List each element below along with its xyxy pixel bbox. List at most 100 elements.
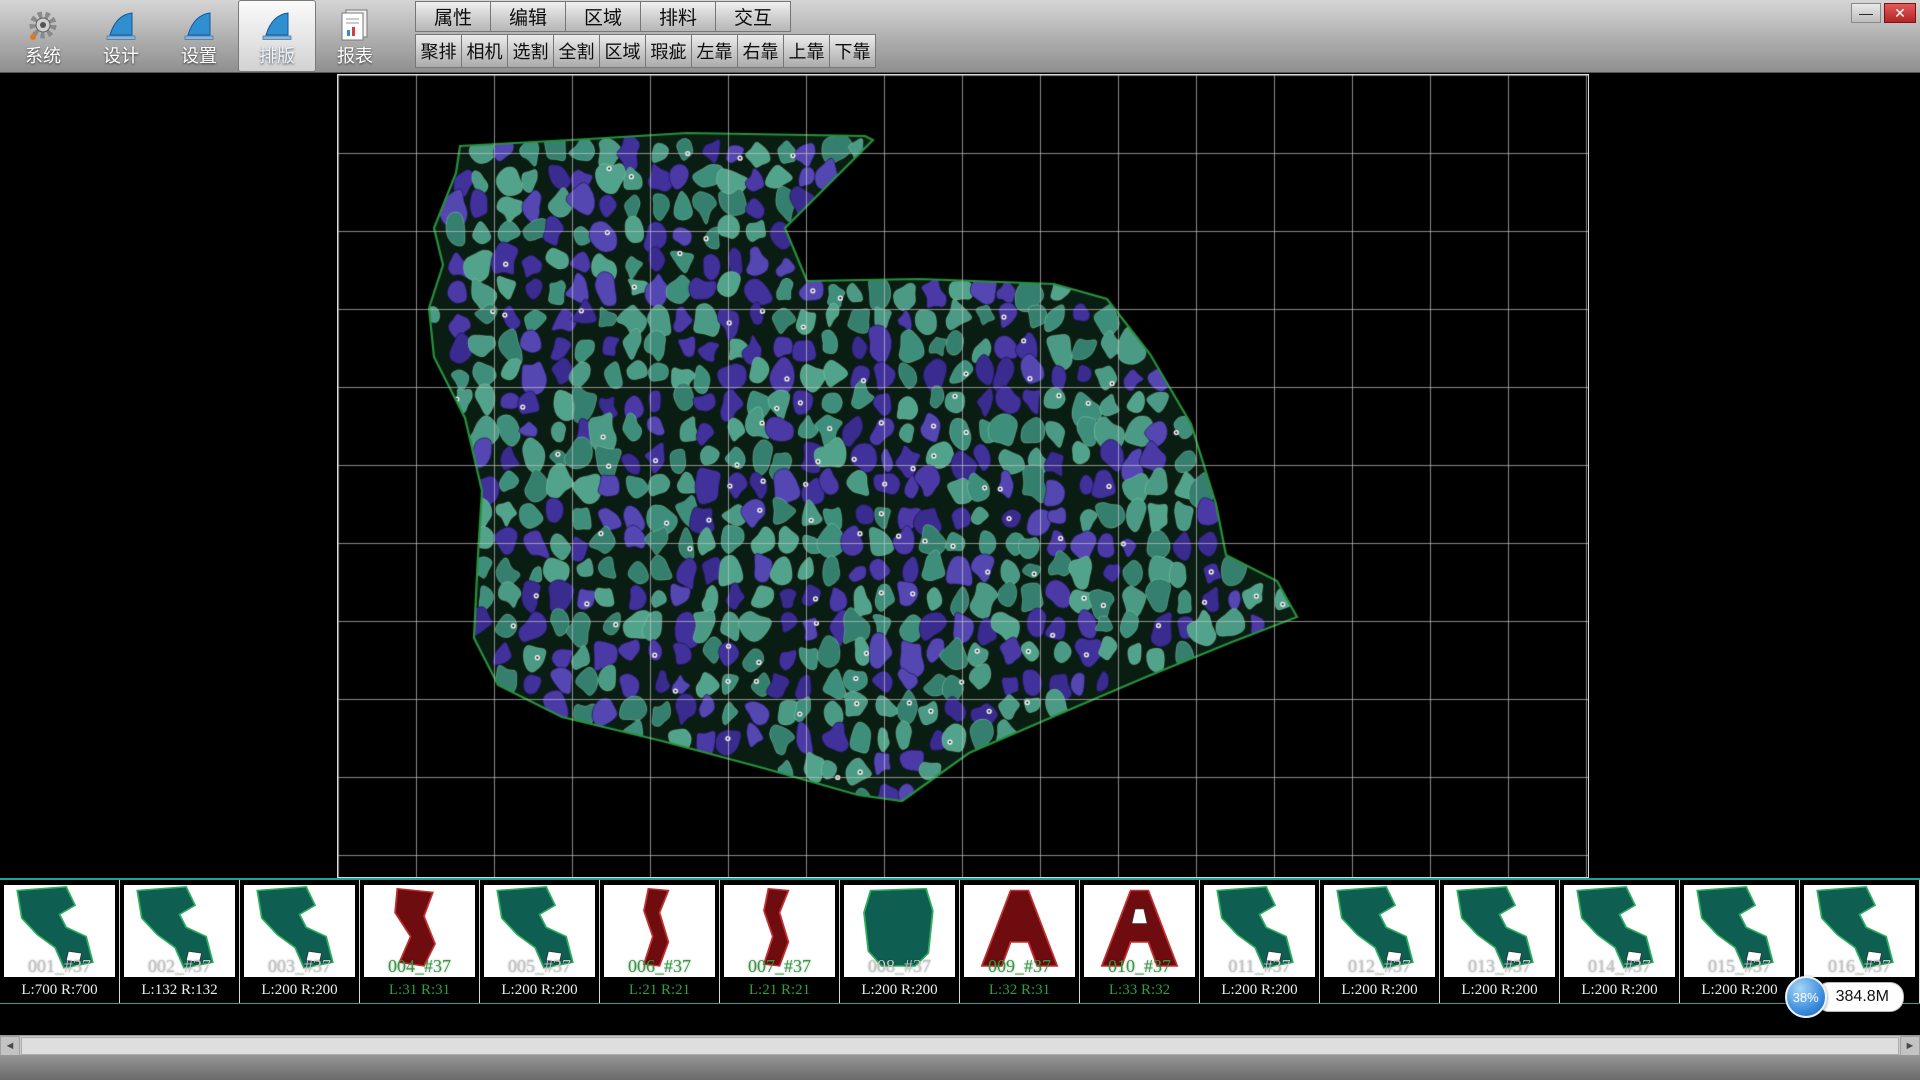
piece-thumbnail[interactable]: 014_#37 L:200 R:200 [1560, 880, 1680, 1003]
piece-name: 010_#37 [1084, 956, 1195, 977]
menu-tab[interactable]: 属性 [415, 1, 491, 32]
piece-lr-count: L:32 R:31 [964, 977, 1075, 1003]
piece-preview: 016_#37 [1804, 885, 1915, 977]
thumbnail-strip: 001_#37 L:700 R:700 002_#37 L:132 R:132 … [0, 878, 1920, 1004]
settings-icon [182, 7, 216, 45]
piece-thumbnail[interactable]: 008_#37 L:200 R:200 [840, 880, 960, 1003]
piece-preview: 008_#37 [844, 885, 955, 977]
report-icon [339, 7, 371, 45]
piece-preview: 007_#37 [724, 885, 835, 977]
nav-layout-button[interactable]: 排版 [238, 0, 316, 72]
workspace [0, 74, 1920, 878]
piece-thumbnail[interactable]: 007_#37 L:21 R:21 [720, 880, 840, 1003]
piece-thumbnail[interactable]: 005_#37 L:200 R:200 [480, 880, 600, 1003]
piece-name: 012_#37 [1324, 956, 1435, 977]
nav-report-label: 报表 [337, 46, 373, 66]
piece-thumbnail[interactable]: 011_#37 L:200 R:200 [1200, 880, 1320, 1003]
tool-button-label: 下靠 [835, 38, 871, 64]
nav-design-button[interactable]: 设计 [82, 0, 160, 72]
piece-lr-count: L:200 R:200 [484, 977, 595, 1003]
tool-button[interactable]: 聚排 [415, 34, 462, 68]
menu-tab[interactable]: 区域 [565, 1, 641, 32]
tool-button-label: 上靠 [789, 38, 825, 64]
piece-name: 005_#37 [484, 956, 595, 977]
menu-column: 属性 编辑 区域 排料 交互 [416, 0, 876, 68]
nav-settings-button[interactable]: 设置 [160, 0, 238, 72]
scrollbar-thumb[interactable] [21, 1037, 1899, 1055]
main-toolbar: 系统 设计 设置 [0, 0, 1920, 73]
nesting-canvas[interactable] [337, 74, 1589, 878]
piece-preview: 013_#37 [1444, 885, 1555, 977]
scroll-right-arrow-icon[interactable]: ► [1900, 1036, 1920, 1056]
menu-tab-label: 排料 [659, 3, 697, 30]
nav-layout-label: 排版 [259, 46, 295, 66]
tool-button[interactable]: 区域 [599, 34, 646, 68]
piece-thumbnail[interactable]: 004_#37 L:31 R:31 [360, 880, 480, 1003]
tool-button-label: 左靠 [697, 38, 733, 64]
piece-lr-count: L:200 R:200 [244, 977, 355, 1003]
piece-lr-count: L:200 R:200 [1204, 977, 1315, 1003]
piece-thumbnail[interactable]: 001_#37 L:700 R:700 [0, 880, 120, 1003]
tool-button-label: 聚排 [421, 38, 457, 64]
scroll-left-arrow-icon[interactable]: ◄ [0, 1036, 20, 1056]
memory-value: 384.8M [1815, 982, 1904, 1012]
piece-preview: 003_#37 [244, 885, 355, 977]
status-footer [0, 1055, 1920, 1080]
menu-tab[interactable]: 排料 [640, 1, 716, 32]
nav-design-label: 设计 [103, 46, 139, 66]
piece-thumbnail[interactable]: 013_#37 L:200 R:200 [1440, 880, 1560, 1003]
minimize-button[interactable]: — [1851, 3, 1881, 23]
tool-button[interactable]: 左靠 [691, 34, 738, 68]
piece-thumbnail[interactable]: 002_#37 L:132 R:132 [120, 880, 240, 1003]
window-controls: — ✕ [1851, 3, 1916, 23]
gear-icon [26, 7, 60, 45]
menu-tab[interactable]: 交互 [715, 1, 791, 32]
piece-lr-count: L:200 R:200 [1684, 977, 1795, 1003]
piece-preview: 006_#37 [604, 885, 715, 977]
menu-tab-label: 编辑 [509, 3, 547, 30]
piece-name: 013_#37 [1444, 956, 1555, 977]
piece-lr-count: L:132 R:132 [124, 977, 235, 1003]
tool-button-row: 聚排 相机 选割 全割 区域 瑕疵 [416, 34, 876, 68]
tool-button-label: 瑕疵 [651, 38, 687, 64]
piece-name: 008_#37 [844, 956, 955, 977]
horizontal-scrollbar[interactable]: ◄ ► [0, 1035, 1920, 1055]
piece-preview: 009_#37 [964, 885, 1075, 977]
memory-status: 38% 384.8M [1785, 976, 1904, 1018]
piece-preview: 004_#37 [364, 885, 475, 977]
tool-button[interactable]: 相机 [461, 34, 508, 68]
piece-name: 009_#37 [964, 956, 1075, 977]
piece-lr-count: L:200 R:200 [1324, 977, 1435, 1003]
piece-lr-count: L:21 R:21 [604, 977, 715, 1003]
progress-badge: 38% [1785, 976, 1827, 1018]
piece-lr-count: L:200 R:200 [1564, 977, 1675, 1003]
tool-button[interactable]: 下靠 [829, 34, 876, 68]
piece-thumbnail[interactable]: 009_#37 L:32 R:31 [960, 880, 1080, 1003]
menu-tab-label: 区域 [584, 3, 622, 30]
tool-button[interactable]: 全割 [553, 34, 600, 68]
tool-button[interactable]: 瑕疵 [645, 34, 692, 68]
piece-thumbnail[interactable]: 015_#37 L:200 R:200 [1680, 880, 1800, 1003]
nav-report-button[interactable]: 报表 [316, 0, 394, 72]
piece-name: 007_#37 [724, 956, 835, 977]
piece-thumbnail[interactable]: 006_#37 L:21 R:21 [600, 880, 720, 1003]
piece-name: 004_#37 [364, 956, 475, 977]
nav-system-button[interactable]: 系统 [4, 0, 82, 72]
menu-tab[interactable]: 编辑 [490, 1, 566, 32]
close-button[interactable]: ✕ [1884, 3, 1916, 23]
tool-button-label: 选割 [513, 38, 549, 64]
piece-name: 011_#37 [1204, 956, 1315, 977]
tool-button-label: 相机 [467, 38, 503, 64]
piece-thumbnail[interactable]: 012_#37 L:200 R:200 [1320, 880, 1440, 1003]
piece-thumbnail[interactable]: 003_#37 L:200 R:200 [240, 880, 360, 1003]
piece-thumbnail[interactable]: 010_#37 L:33 R:32 [1080, 880, 1200, 1003]
piece-preview: 015_#37 [1684, 885, 1795, 977]
piece-lr-count: L:200 R:200 [844, 977, 955, 1003]
piece-lr-count: L:200 R:200 [1444, 977, 1555, 1003]
tool-button[interactable]: 上靠 [783, 34, 830, 68]
tool-button[interactable]: 选割 [507, 34, 554, 68]
tool-button[interactable]: 右靠 [737, 34, 784, 68]
piece-preview: 011_#37 [1204, 885, 1315, 977]
piece-preview: 005_#37 [484, 885, 595, 977]
piece-preview: 010_#37 [1084, 885, 1195, 977]
